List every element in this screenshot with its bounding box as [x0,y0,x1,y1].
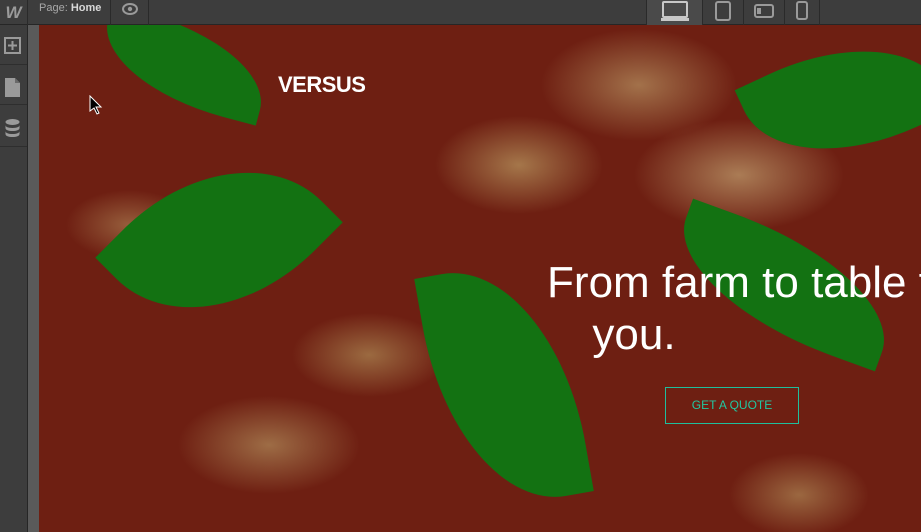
canvas-gutter [28,25,39,532]
design-canvas[interactable]: VERSUS From farm to table t you. GET A Q… [39,25,921,532]
desktop-icon [661,1,689,21]
device-phone-button[interactable] [784,0,820,25]
get-quote-button[interactable]: GET A QUOTE [665,387,799,424]
eye-icon [122,3,138,15]
database-icon [5,119,20,137]
device-tablet-button[interactable] [702,0,743,25]
page-icon [5,78,20,97]
tablet-icon [715,1,731,21]
device-desktop-button[interactable] [646,0,702,25]
plus-icon [4,37,21,54]
mouse-cursor-icon [89,95,103,115]
hero-heading-line1: From farm to table t [547,258,921,307]
page-selector[interactable]: Page: Home [28,0,111,25]
tablet-landscape-icon [754,4,774,18]
preview-button[interactable] [111,0,149,25]
add-elements-button[interactable] [0,29,27,65]
hero-heading[interactable]: From farm to table t you. [509,257,921,361]
page-name: Home [70,2,102,14]
webflow-logo[interactable]: W [0,0,28,25]
left-toolbar [0,25,28,532]
phone-icon [796,1,808,20]
pages-button[interactable] [0,69,27,105]
hero-heading-line2: you. [592,310,676,359]
site-brand-logo[interactable]: VERSUS [278,72,366,98]
designer-topbar: W Page: Home [0,0,921,25]
cms-button[interactable] [0,111,27,147]
device-tablet-landscape-button[interactable] [743,0,784,25]
page-label: Page: [39,2,68,14]
